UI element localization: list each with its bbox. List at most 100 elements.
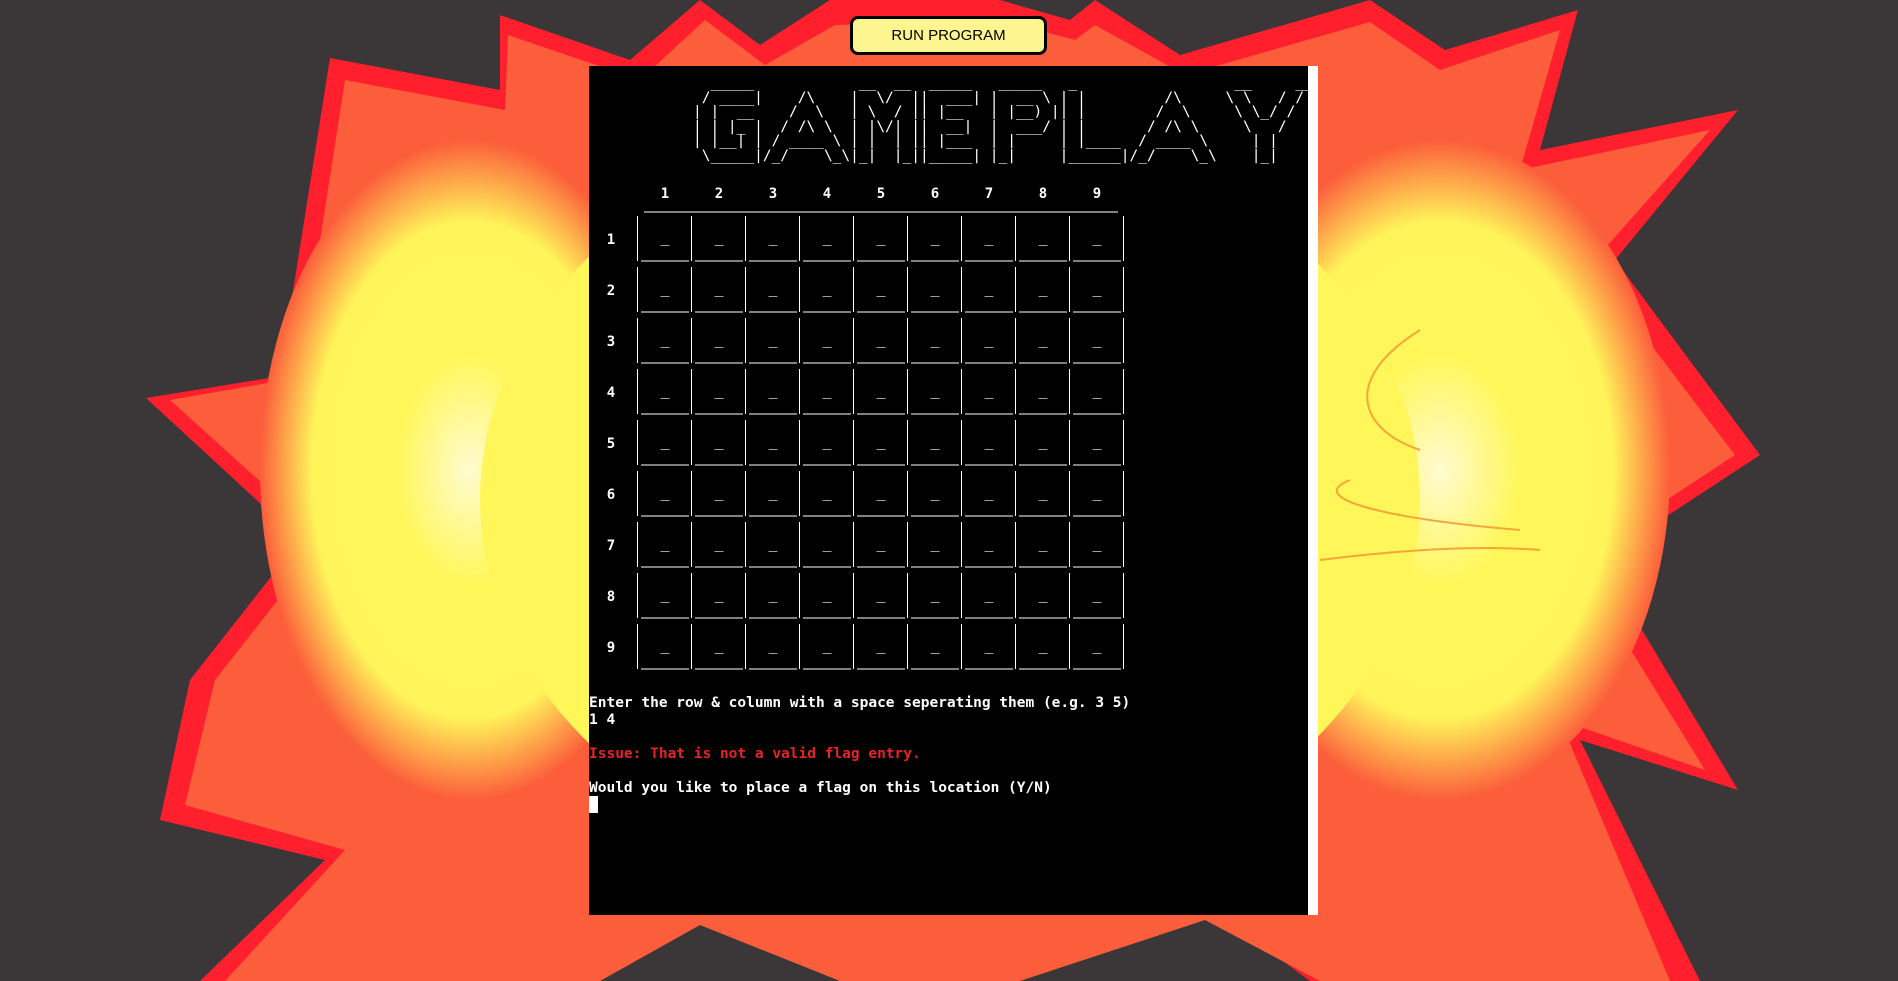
board-cell: _	[714, 534, 724, 552]
column-header: 9	[1092, 186, 1102, 202]
board-cell: _	[660, 228, 670, 246]
board-cell: _	[876, 381, 886, 399]
terminal-scrollbar[interactable]	[1308, 66, 1318, 915]
board-cell: _	[660, 483, 670, 501]
board-cell: _	[714, 432, 724, 450]
board-cell: _	[984, 279, 994, 297]
column-header: 5	[876, 186, 886, 202]
board-cell: _	[714, 585, 724, 603]
row-header: 6	[606, 487, 616, 503]
board-cell: _	[1092, 330, 1102, 348]
column-header: 2	[714, 186, 724, 202]
row-header: 9	[606, 640, 616, 656]
board-cell: _	[1038, 585, 1048, 603]
board-cell: _	[984, 228, 994, 246]
board-cell: _	[930, 483, 940, 501]
prompt-flag: Would you like to place a flag on this l…	[589, 780, 1052, 796]
board-cell: _	[984, 381, 994, 399]
board-cell: _	[876, 330, 886, 348]
row-header: 1	[606, 232, 616, 248]
board-cell: _	[660, 534, 670, 552]
board-cell: _	[822, 330, 832, 348]
board-cell: _	[1038, 636, 1048, 654]
board-cell: _	[930, 228, 940, 246]
board-cell: _	[714, 279, 724, 297]
board-cell: _	[930, 330, 940, 348]
board-cell: _	[876, 432, 886, 450]
board-cell: _	[1092, 636, 1102, 654]
board-cell: _	[1092, 534, 1102, 552]
board-cell: _	[930, 381, 940, 399]
board-cell: _	[768, 585, 778, 603]
column-header: 4	[822, 186, 832, 202]
board-cell: _	[822, 228, 832, 246]
board-cell: _	[822, 279, 832, 297]
column-header: 6	[930, 186, 940, 202]
terminal-cursor[interactable]	[589, 796, 598, 813]
column-header: 1	[660, 186, 670, 202]
board-cell: _	[660, 585, 670, 603]
board-cell: _	[984, 330, 994, 348]
board-cell: _	[984, 636, 994, 654]
board-cell: _	[660, 636, 670, 654]
board-cell: _	[1038, 483, 1048, 501]
board-cell: _	[930, 432, 940, 450]
row-header: 5	[606, 436, 616, 452]
board-cell: _	[1092, 279, 1102, 297]
board-cell: _	[984, 483, 994, 501]
board-cell: _	[984, 534, 994, 552]
board-cell: _	[1038, 279, 1048, 297]
board-cell: _	[768, 483, 778, 501]
error-message: Issue: That is not a valid flag entry.	[589, 746, 921, 762]
board-cell: _	[822, 483, 832, 501]
board-cell: _	[876, 534, 886, 552]
board-cell: _	[822, 432, 832, 450]
board-cell: _	[822, 534, 832, 552]
board-cell: _	[714, 636, 724, 654]
board-cell: _	[768, 228, 778, 246]
board-cell: _	[768, 330, 778, 348]
board-cell: _	[1038, 534, 1048, 552]
board-grid	[637, 211, 1124, 670]
board-cell: _	[822, 381, 832, 399]
row-header: 3	[606, 334, 616, 350]
board-cell: _	[1092, 228, 1102, 246]
board-cell: _	[876, 228, 886, 246]
board-cell: _	[768, 636, 778, 654]
board-cell: _	[714, 228, 724, 246]
board-cell: _	[768, 381, 778, 399]
terminal[interactable]: _____ __ __ _____ _____ _ __ __ / ____| …	[589, 66, 1313, 915]
board-cell: _	[984, 585, 994, 603]
board-cell: _	[822, 636, 832, 654]
board-cell: _	[930, 636, 940, 654]
board-cell: _	[876, 636, 886, 654]
board-cell: _	[1038, 381, 1048, 399]
row-header: 8	[606, 589, 616, 605]
board-cell: _	[984, 432, 994, 450]
row-header: 2	[606, 283, 616, 299]
board-cell: _	[660, 432, 670, 450]
board-cell: _	[876, 279, 886, 297]
board-cell: _	[1038, 432, 1048, 450]
board-cell: _	[768, 279, 778, 297]
column-header: 7	[984, 186, 994, 202]
board-cell: _	[876, 585, 886, 603]
column-header: 8	[1038, 186, 1048, 202]
user-input-echo: 1 4	[589, 712, 616, 728]
board-cell: _	[822, 585, 832, 603]
run-program-button[interactable]: RUN PROGRAM	[850, 16, 1047, 55]
board-cell: _	[930, 585, 940, 603]
board-cell: _	[1038, 228, 1048, 246]
board-cell: _	[1038, 330, 1048, 348]
board-cell: _	[1092, 585, 1102, 603]
board-cell: _	[660, 381, 670, 399]
board-cell: _	[714, 483, 724, 501]
board-cell: _	[768, 432, 778, 450]
board-cell: _	[930, 279, 940, 297]
board-cell: _	[660, 279, 670, 297]
board-cell: _	[1092, 483, 1102, 501]
board-cell: _	[714, 381, 724, 399]
column-header: 3	[768, 186, 778, 202]
board-cell: _	[714, 330, 724, 348]
board-cell: _	[1092, 381, 1102, 399]
